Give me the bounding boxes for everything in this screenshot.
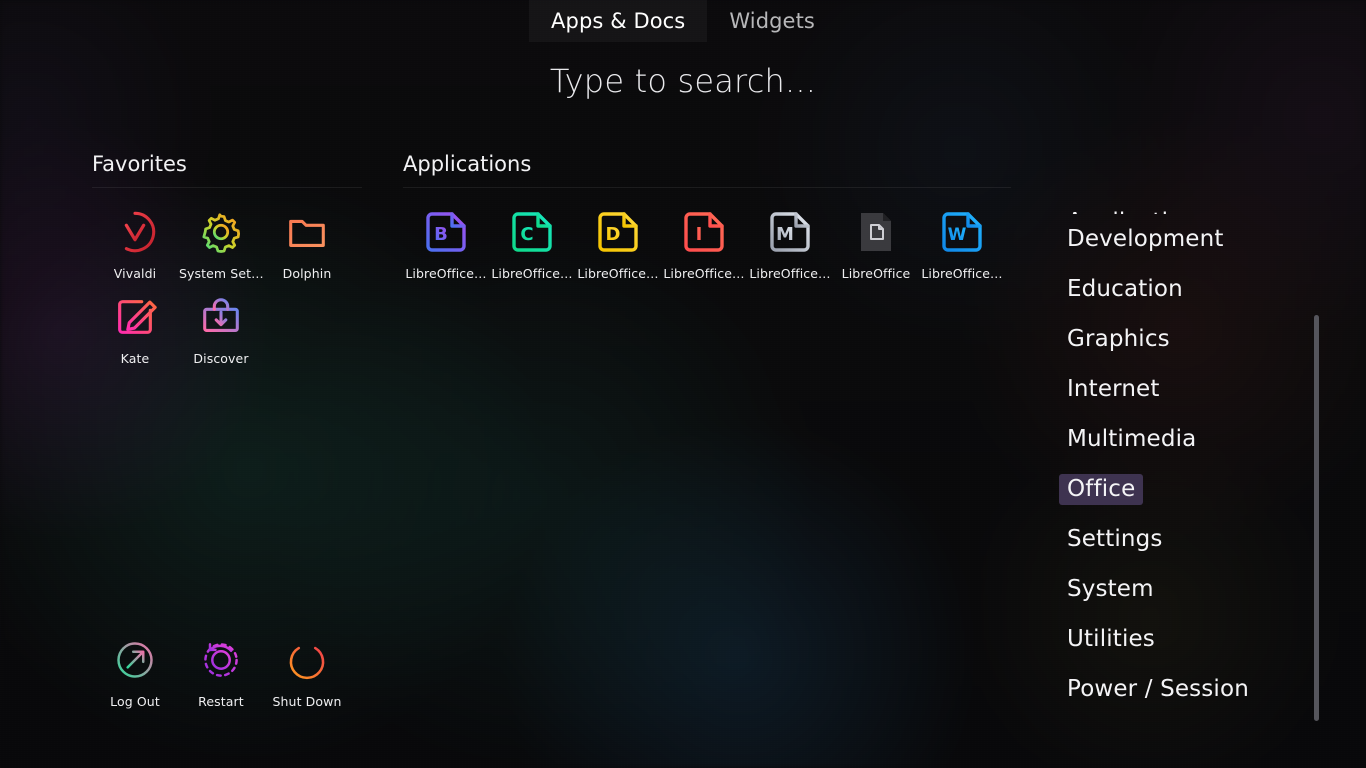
app-item-libreoffice-base[interactable]: B LibreOffice…	[403, 200, 489, 285]
libreoffice-calc-icon: C	[508, 208, 556, 256]
app-label: LibreOffice…	[491, 266, 573, 281]
application-launcher: Apps & Docs Widgets Favorites Applicatio…	[0, 0, 1366, 768]
tab-widgets-label: Widgets	[729, 9, 815, 33]
favorite-label: Discover	[193, 351, 249, 366]
favorite-item-dolphin[interactable]: Dolphin	[264, 200, 350, 285]
app-item-libreoffice-draw[interactable]: D LibreOffice…	[575, 200, 661, 285]
libreoffice-base-letter: B	[434, 224, 448, 245]
app-item-libreoffice-calc[interactable]: C LibreOffice…	[489, 200, 575, 285]
category-label: Multimedia	[1067, 425, 1197, 452]
libreoffice-writer-icon: W	[938, 208, 986, 256]
category-label: Power / Session	[1067, 675, 1249, 702]
app-label: LibreOffice…	[921, 266, 1003, 281]
libreoffice-math-letter: M	[776, 224, 794, 245]
libreoffice-calc-letter: C	[520, 224, 533, 245]
favorite-item-kate[interactable]: Kate	[92, 285, 178, 370]
discover-icon	[197, 293, 245, 341]
search-input[interactable]	[333, 62, 1033, 100]
session-item-shut-down[interactable]: Shut Down	[264, 630, 350, 713]
session-label: Shut Down	[272, 694, 342, 709]
category-label: Office	[1059, 473, 1144, 505]
tab-widgets[interactable]: Widgets	[707, 0, 837, 42]
session-actions: Log Out Restart Shut Down	[92, 630, 372, 713]
category-label: Utilities	[1067, 625, 1155, 652]
app-item-libreoffice-writer[interactable]: W LibreOffice…	[919, 200, 1005, 285]
favorite-label: System Set…	[179, 266, 263, 281]
libreoffice-math-icon: M	[766, 208, 814, 256]
category-label: System	[1067, 575, 1154, 602]
category-label: Applications	[1059, 207, 1217, 215]
favorites-divider	[92, 187, 362, 188]
favorite-label: Kate	[120, 351, 150, 366]
favorite-item-system-settings[interactable]: System Set…	[178, 200, 264, 285]
app-label: LibreOffice…	[663, 266, 745, 281]
category-label: Internet	[1067, 375, 1160, 402]
restart-icon	[199, 638, 243, 682]
libreoffice-base-icon: B	[422, 208, 470, 256]
favorite-label: Vivaldi	[113, 266, 157, 281]
shutdown-icon	[285, 638, 329, 682]
libreoffice-start-icon	[852, 208, 900, 256]
logout-icon	[113, 638, 157, 682]
vivaldi-icon	[111, 208, 159, 256]
libreoffice-draw-icon: D	[594, 208, 642, 256]
category-item-development[interactable]: Development	[1040, 214, 1366, 264]
libreoffice-impress-letter: I	[696, 224, 703, 245]
category-label: Education	[1067, 275, 1183, 302]
libreoffice-impress-icon: I	[680, 208, 728, 256]
category-label: Settings	[1067, 525, 1163, 552]
favorites-grid: Vivaldi System Set… Dolphin Kate Discove…	[92, 200, 372, 370]
category-label: Graphics	[1067, 325, 1170, 352]
applications-heading: Applications	[403, 152, 532, 176]
category-item-applications[interactable]: Applications	[1040, 186, 1366, 215]
search-area	[0, 62, 1366, 100]
kate-editor-icon	[111, 293, 159, 341]
app-item-libreoffice-math[interactable]: M LibreOffice…	[747, 200, 833, 285]
session-item-log-out[interactable]: Log Out	[92, 630, 178, 713]
favorites-heading: Favorites	[92, 152, 187, 176]
app-label: LibreOffice…	[405, 266, 487, 281]
category-item-education[interactable]: Education	[1040, 264, 1366, 314]
category-list-scrollbar[interactable]	[1314, 315, 1319, 721]
app-item-libreoffice-start[interactable]: LibreOffice	[833, 200, 919, 285]
system-settings-icon	[197, 208, 245, 256]
session-item-restart[interactable]: Restart	[178, 630, 264, 713]
tab-bar: Apps & Docs Widgets	[0, 0, 1366, 42]
app-label: LibreOffice…	[577, 266, 659, 281]
favorite-label: Dolphin	[282, 266, 332, 281]
favorite-item-discover[interactable]: Discover	[178, 285, 264, 370]
tab-apps-and-docs-label: Apps & Docs	[551, 9, 686, 33]
applications-grid: B LibreOffice… C LibreOffice… D LibreOff…	[403, 200, 1023, 285]
app-item-libreoffice-impress[interactable]: I LibreOffice…	[661, 200, 747, 285]
libreoffice-writer-letter: W	[948, 225, 967, 245]
session-label: Restart	[198, 694, 244, 709]
favorite-item-vivaldi[interactable]: Vivaldi	[92, 200, 178, 285]
session-label: Log Out	[110, 694, 160, 709]
app-label: LibreOffice…	[749, 266, 831, 281]
tab-apps-and-docs[interactable]: Apps & Docs	[529, 0, 708, 42]
dolphin-folder-icon	[283, 208, 331, 256]
applications-divider	[403, 187, 1011, 188]
app-label: LibreOffice	[841, 266, 911, 281]
libreoffice-draw-letter: D	[606, 224, 621, 245]
category-label: Development	[1067, 225, 1224, 252]
